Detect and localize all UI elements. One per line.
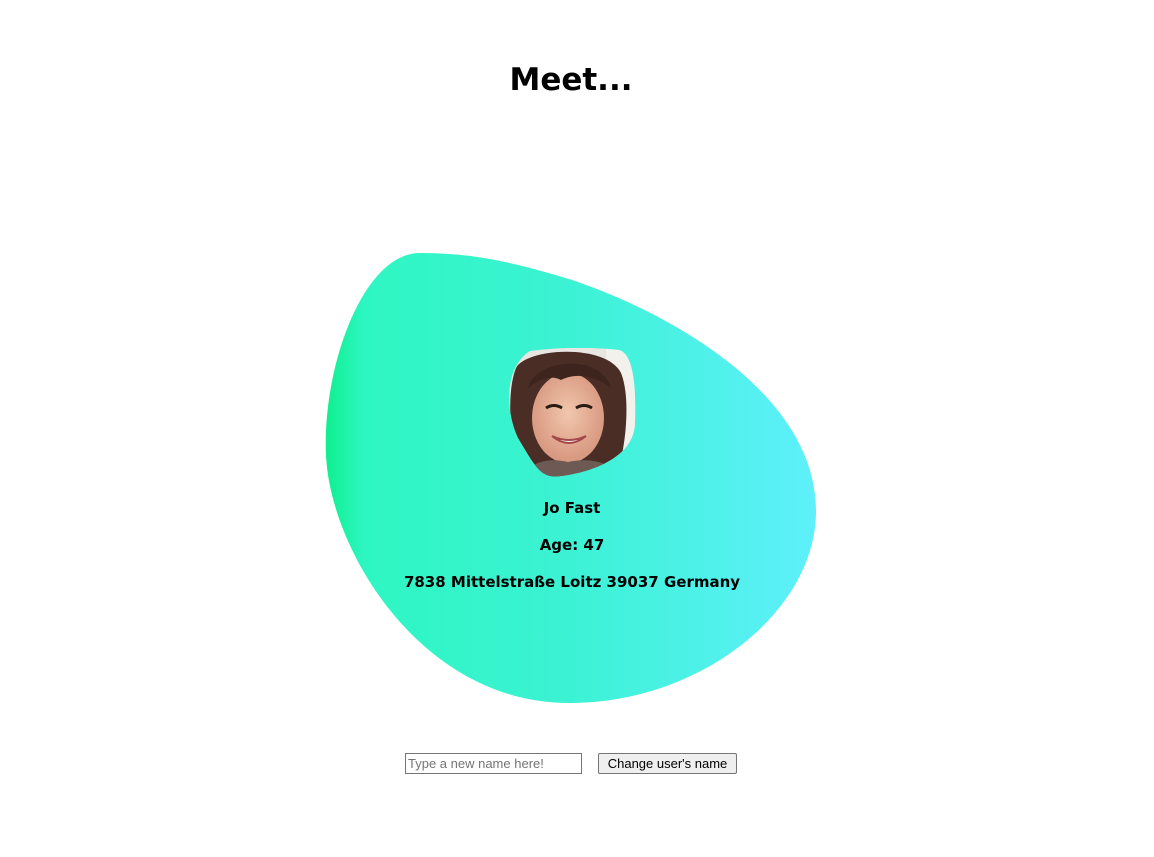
user-age: Age: 47 — [539, 536, 605, 554]
user-name: Jo Fast — [543, 499, 601, 517]
user-card: Jo Fast Age: 47 7838 Mittelstraße Loitz … — [322, 250, 822, 708]
page: Meet... Jo Fast Age: 47 7838 Mittelstraß… — [0, 0, 1154, 857]
change-name-button[interactable]: Change user's name — [598, 753, 737, 774]
user-address: 7838 Mittelstraße Loitz 39037 Germany — [403, 573, 741, 591]
avatar-photo-icon — [509, 348, 636, 477]
card-blob-background — [325, 253, 817, 704]
page-title: Meet... — [509, 62, 633, 98]
new-name-input[interactable] — [405, 753, 582, 774]
user-avatar — [506, 348, 636, 478]
